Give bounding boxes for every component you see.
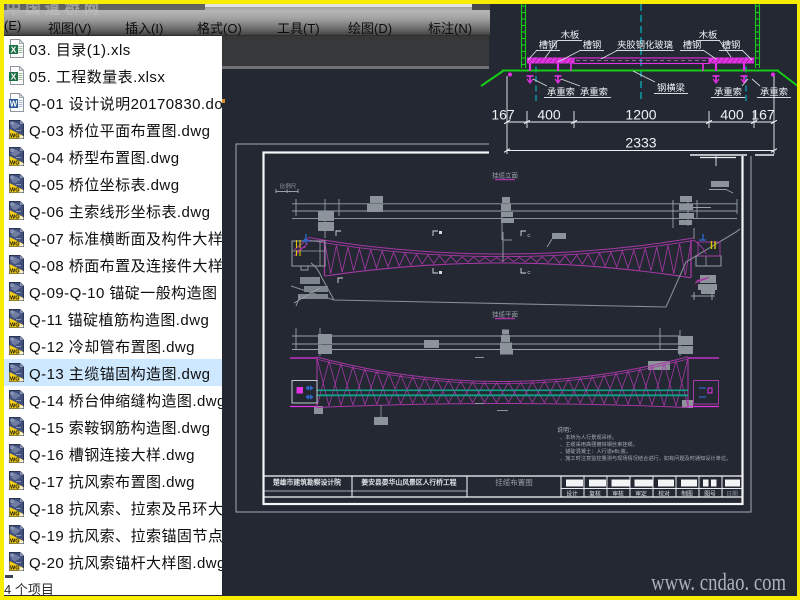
svg-text:X: X xyxy=(11,71,17,81)
svg-text:、锚碇混凝土：人行道efb;装。: 、锚碇混凝土：人行道efb;装。 xyxy=(560,447,631,455)
svg-text:、本桥为人行景观吊桥。: 、本桥为人行景观吊桥。 xyxy=(560,433,617,441)
svg-text:图号: 图号 xyxy=(704,490,716,498)
svg-text:承重索: 承重索 xyxy=(547,86,575,97)
svg-text:夹胶钢化玻璃: 夹胶钢化玻璃 xyxy=(617,39,673,50)
svg-text:挂缆布置图: 挂缆布置图 xyxy=(495,477,533,487)
svg-text:WG: WG xyxy=(10,187,19,193)
svg-text:槽钢: 槽钢 xyxy=(583,39,602,50)
svg-text:C: C xyxy=(527,233,531,238)
svg-text:校对: 校对 xyxy=(658,490,670,498)
svg-text:WG: WG xyxy=(10,511,19,517)
svg-text:挂缆平面: 挂缆平面 xyxy=(492,310,519,319)
svg-text:400: 400 xyxy=(537,107,561,123)
svg-text:WG: WG xyxy=(10,322,19,328)
svg-text:400: 400 xyxy=(720,107,744,123)
svg-text:说明：: 说明： xyxy=(557,426,575,434)
svg-text:WG: WG xyxy=(10,295,19,301)
svg-text:WG: WG xyxy=(10,430,19,436)
svg-text:WG: WG xyxy=(10,538,19,544)
svg-text:167: 167 xyxy=(751,107,775,123)
svg-text:167: 167 xyxy=(491,107,515,123)
svg-text:WG: WG xyxy=(10,349,19,355)
svg-text:槽钢: 槽钢 xyxy=(722,39,741,50)
svg-text:姜安县晏华山风景区人行桥工程: 姜安县晏华山风景区人行桥工程 xyxy=(361,478,456,487)
svg-text:WG: WG xyxy=(10,457,19,463)
svg-text:承重索: 承重索 xyxy=(714,86,742,97)
svg-text:、施工时注意监控量测与现场情况结合进行，如有问题及时通知设计: 、施工时注意监控量测与现场情况结合进行，如有问题及时通知设计单位。 xyxy=(560,454,731,462)
svg-text:复核: 复核 xyxy=(589,490,601,498)
svg-text:钢横梁: 钢横梁 xyxy=(657,82,685,93)
svg-text:W: W xyxy=(10,99,18,108)
svg-text:WG: WG xyxy=(10,133,19,139)
svg-text:WG: WG xyxy=(10,268,19,274)
svg-text:木板: 木板 xyxy=(699,29,718,40)
svg-text:X: X xyxy=(11,44,17,54)
svg-text:日期: 日期 xyxy=(726,491,738,498)
svg-text:承重索: 承重索 xyxy=(580,86,608,97)
svg-text:审核: 审核 xyxy=(612,490,624,498)
svg-text:木板: 木板 xyxy=(561,29,580,40)
svg-text:WG: WG xyxy=(10,403,19,409)
svg-text:比例尺: 比例尺 xyxy=(280,182,297,190)
svg-text:WG: WG xyxy=(10,214,19,220)
svg-text:1200: 1200 xyxy=(625,107,656,123)
svg-text:设计: 设计 xyxy=(566,490,578,498)
svg-text:WG: WG xyxy=(10,160,19,166)
svg-text:WG: WG xyxy=(10,376,19,382)
svg-text:制图: 制图 xyxy=(681,490,693,498)
svg-text:楚雄市建筑勘察设计院: 楚雄市建筑勘察设计院 xyxy=(272,478,341,487)
svg-text:WG: WG xyxy=(10,241,19,247)
svg-text:审定: 审定 xyxy=(635,490,647,498)
svg-text:2333: 2333 xyxy=(625,135,656,151)
svg-text:C: C xyxy=(527,270,531,275)
svg-text:、主缆采用高强镀锌钢丝束挂缆。: 、主缆采用高强镀锌钢丝束挂缆。 xyxy=(560,440,638,448)
svg-text:WG: WG xyxy=(10,565,19,571)
svg-text:WG: WG xyxy=(10,484,19,490)
svg-text:挂缆立面: 挂缆立面 xyxy=(492,171,519,180)
